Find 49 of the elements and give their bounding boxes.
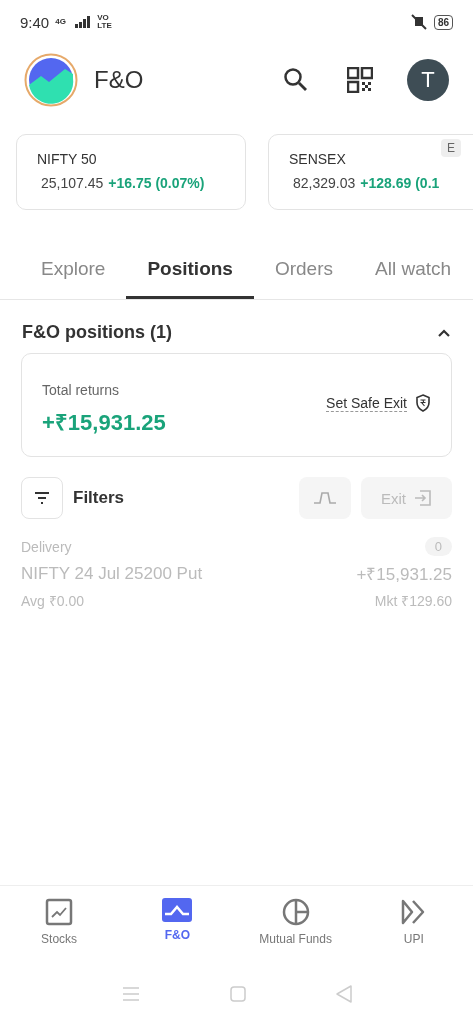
page-title: F&O xyxy=(94,66,145,94)
tab[interactable]: Orders xyxy=(253,248,354,299)
nav-item[interactable]: Mutual Funds xyxy=(255,898,336,946)
average-price: Avg ₹0.00 xyxy=(21,592,84,610)
exchange-tag: E xyxy=(441,139,461,157)
network-label: 4G xyxy=(55,18,67,26)
signal-icon xyxy=(75,16,92,28)
product-label: Delivery xyxy=(21,538,72,555)
volte-label: VO LTE xyxy=(97,14,112,30)
app-logo xyxy=(24,53,78,107)
tab[interactable]: All watch xyxy=(354,248,473,299)
nav-item[interactable]: Stocks xyxy=(19,898,100,946)
returns-value: +₹15,931.25 xyxy=(42,409,166,436)
returns-label: Total returns xyxy=(42,382,121,398)
filters-label: Filters xyxy=(73,488,126,508)
index-change: +128.69 (0.1 xyxy=(360,175,440,191)
profile-avatar[interactable]: T xyxy=(407,59,449,101)
index-change: +16.75 (0.07%) xyxy=(108,175,205,191)
tab[interactable]: Explore xyxy=(20,248,127,299)
nav-label: Mutual Funds xyxy=(259,932,332,946)
index-name: NIFTY 50 xyxy=(37,151,98,167)
index-card[interactable]: NIFTY 50 25,107.45 +16.75 (0.07%) xyxy=(16,134,246,210)
status-time: 9:40 xyxy=(20,13,50,31)
qr-code-icon[interactable] xyxy=(347,67,373,93)
pie-icon xyxy=(281,898,310,926)
index-name: SENSEX xyxy=(289,151,347,167)
shield-icon xyxy=(415,394,431,412)
search-icon[interactable] xyxy=(283,67,309,93)
section-title: F&O positions (1) xyxy=(22,322,172,343)
safe-exit-link[interactable]: Set Safe Exit xyxy=(326,394,407,412)
battery-level: 86 xyxy=(433,14,453,30)
nav-label: Stocks xyxy=(41,932,78,946)
market-price: Mkt ₹129.60 xyxy=(374,592,452,610)
filter-icon xyxy=(34,492,50,504)
tab[interactable]: Positions xyxy=(126,248,254,299)
nav-item[interactable]: F&O xyxy=(137,898,218,946)
index-card[interactable]: SENSEX 82,329.03 +128.69 (0.1 E xyxy=(268,134,473,210)
filter-button[interactable] xyxy=(21,477,63,519)
exit-icon xyxy=(414,490,432,506)
pulse-icon xyxy=(313,491,337,505)
chart-icon xyxy=(45,898,74,926)
index-value: 25,107.45 xyxy=(41,175,104,191)
nav-item[interactable]: UPI xyxy=(373,898,454,946)
nav-label: UPI xyxy=(403,932,424,946)
index-value: 82,329.03 xyxy=(293,175,356,191)
nav-label: F&O xyxy=(164,928,191,942)
wave-icon xyxy=(162,898,193,922)
chevron-icon[interactable] xyxy=(437,327,451,338)
position-pnl: +₹15,931.25 xyxy=(356,564,452,585)
